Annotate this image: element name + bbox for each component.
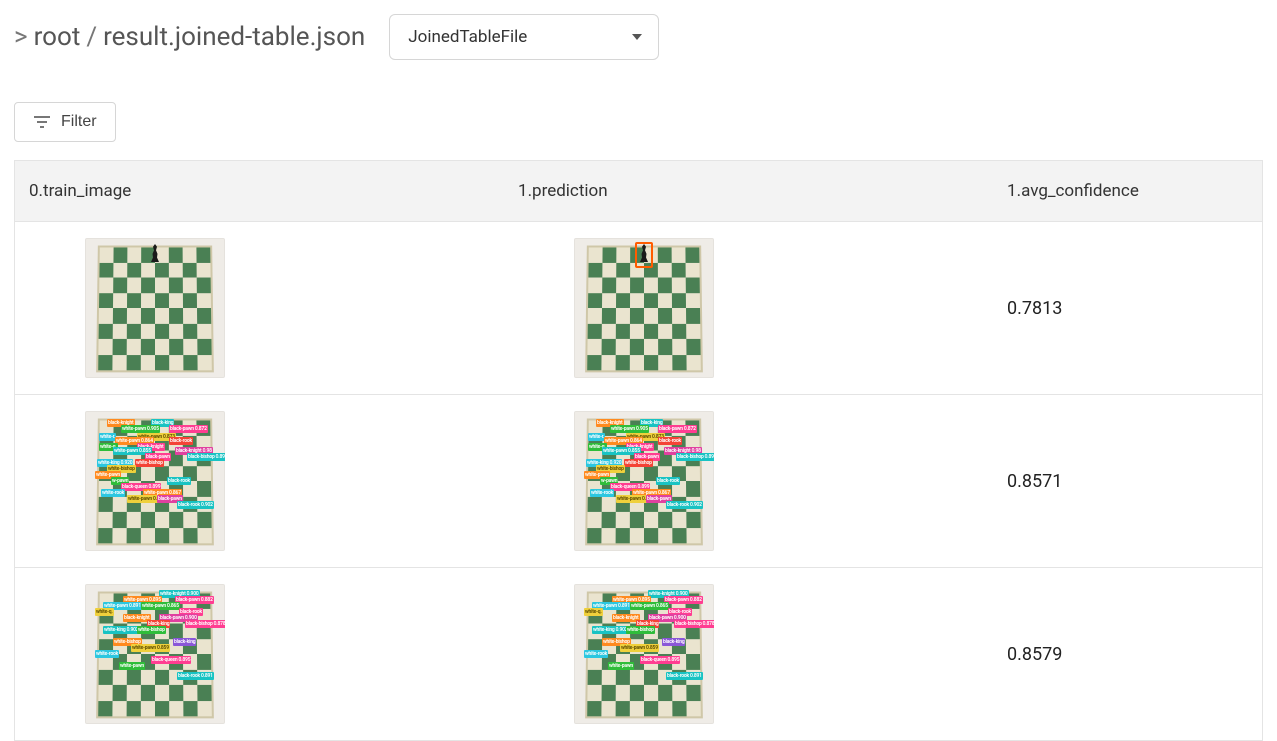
breadcrumb-file: result.joined-table.json	[103, 22, 365, 52]
cell-avg-confidence: 0.8571	[993, 455, 1262, 508]
cell-prediction: white-knight 0.900white-pawn 0.895black-…	[504, 568, 993, 740]
chevron-down-icon	[632, 34, 642, 40]
prediction-thumbnail[interactable]: white-knight 0.900white-pawn 0.895black-…	[574, 584, 714, 724]
prediction-thumbnail[interactable]	[574, 238, 714, 378]
cell-prediction	[504, 222, 993, 394]
train-image-thumbnail[interactable]	[85, 238, 225, 378]
table-header-row: 0.train_image 1.prediction 1.avg_confide…	[15, 161, 1262, 222]
table-row: black-kingblack-knightwhite-pawn 0.905bl…	[15, 395, 1262, 568]
breadcrumb: > root / result.joined-table.json	[14, 22, 365, 52]
file-type-value: JoinedTableFile	[408, 27, 527, 47]
cell-train-image: white-knight 0.900white-pawn 0.895black-…	[15, 568, 504, 740]
cell-prediction: black-kingblack-knightwhite-pawn 0.905bl…	[504, 395, 993, 567]
filter-icon	[33, 115, 51, 129]
filter-button[interactable]: Filter	[14, 102, 116, 142]
result-table: 0.train_image 1.prediction 1.avg_confide…	[14, 160, 1263, 741]
col-avg-confidence[interactable]: 1.avg_confidence	[993, 161, 1262, 221]
filter-label: Filter	[61, 113, 97, 131]
table-row: 0.7813	[15, 222, 1262, 395]
piece-marker	[637, 244, 651, 266]
cell-avg-confidence: 0.7813	[993, 282, 1262, 335]
train-image-thumbnail[interactable]: black-kingblack-knightwhite-pawn 0.905bl…	[85, 411, 225, 551]
breadcrumb-sep: /	[86, 22, 97, 52]
prediction-thumbnail[interactable]: black-kingblack-knightwhite-pawn 0.905bl…	[574, 411, 714, 551]
col-prediction[interactable]: 1.prediction	[504, 161, 993, 221]
train-image-thumbnail[interactable]: white-knight 0.900white-pawn 0.895black-…	[85, 584, 225, 724]
cell-avg-confidence: 0.8579	[993, 628, 1262, 681]
col-train-image[interactable]: 0.train_image	[15, 161, 504, 221]
cell-train-image: black-kingblack-knightwhite-pawn 0.905bl…	[15, 395, 504, 567]
breadcrumb-prefix: >	[14, 22, 28, 52]
cell-train-image	[15, 222, 504, 394]
table-row: white-knight 0.900white-pawn 0.895black-…	[15, 568, 1262, 741]
piece-marker	[148, 244, 162, 266]
file-type-select[interactable]: JoinedTableFile	[389, 14, 659, 60]
breadcrumb-root[interactable]: root	[34, 22, 81, 52]
